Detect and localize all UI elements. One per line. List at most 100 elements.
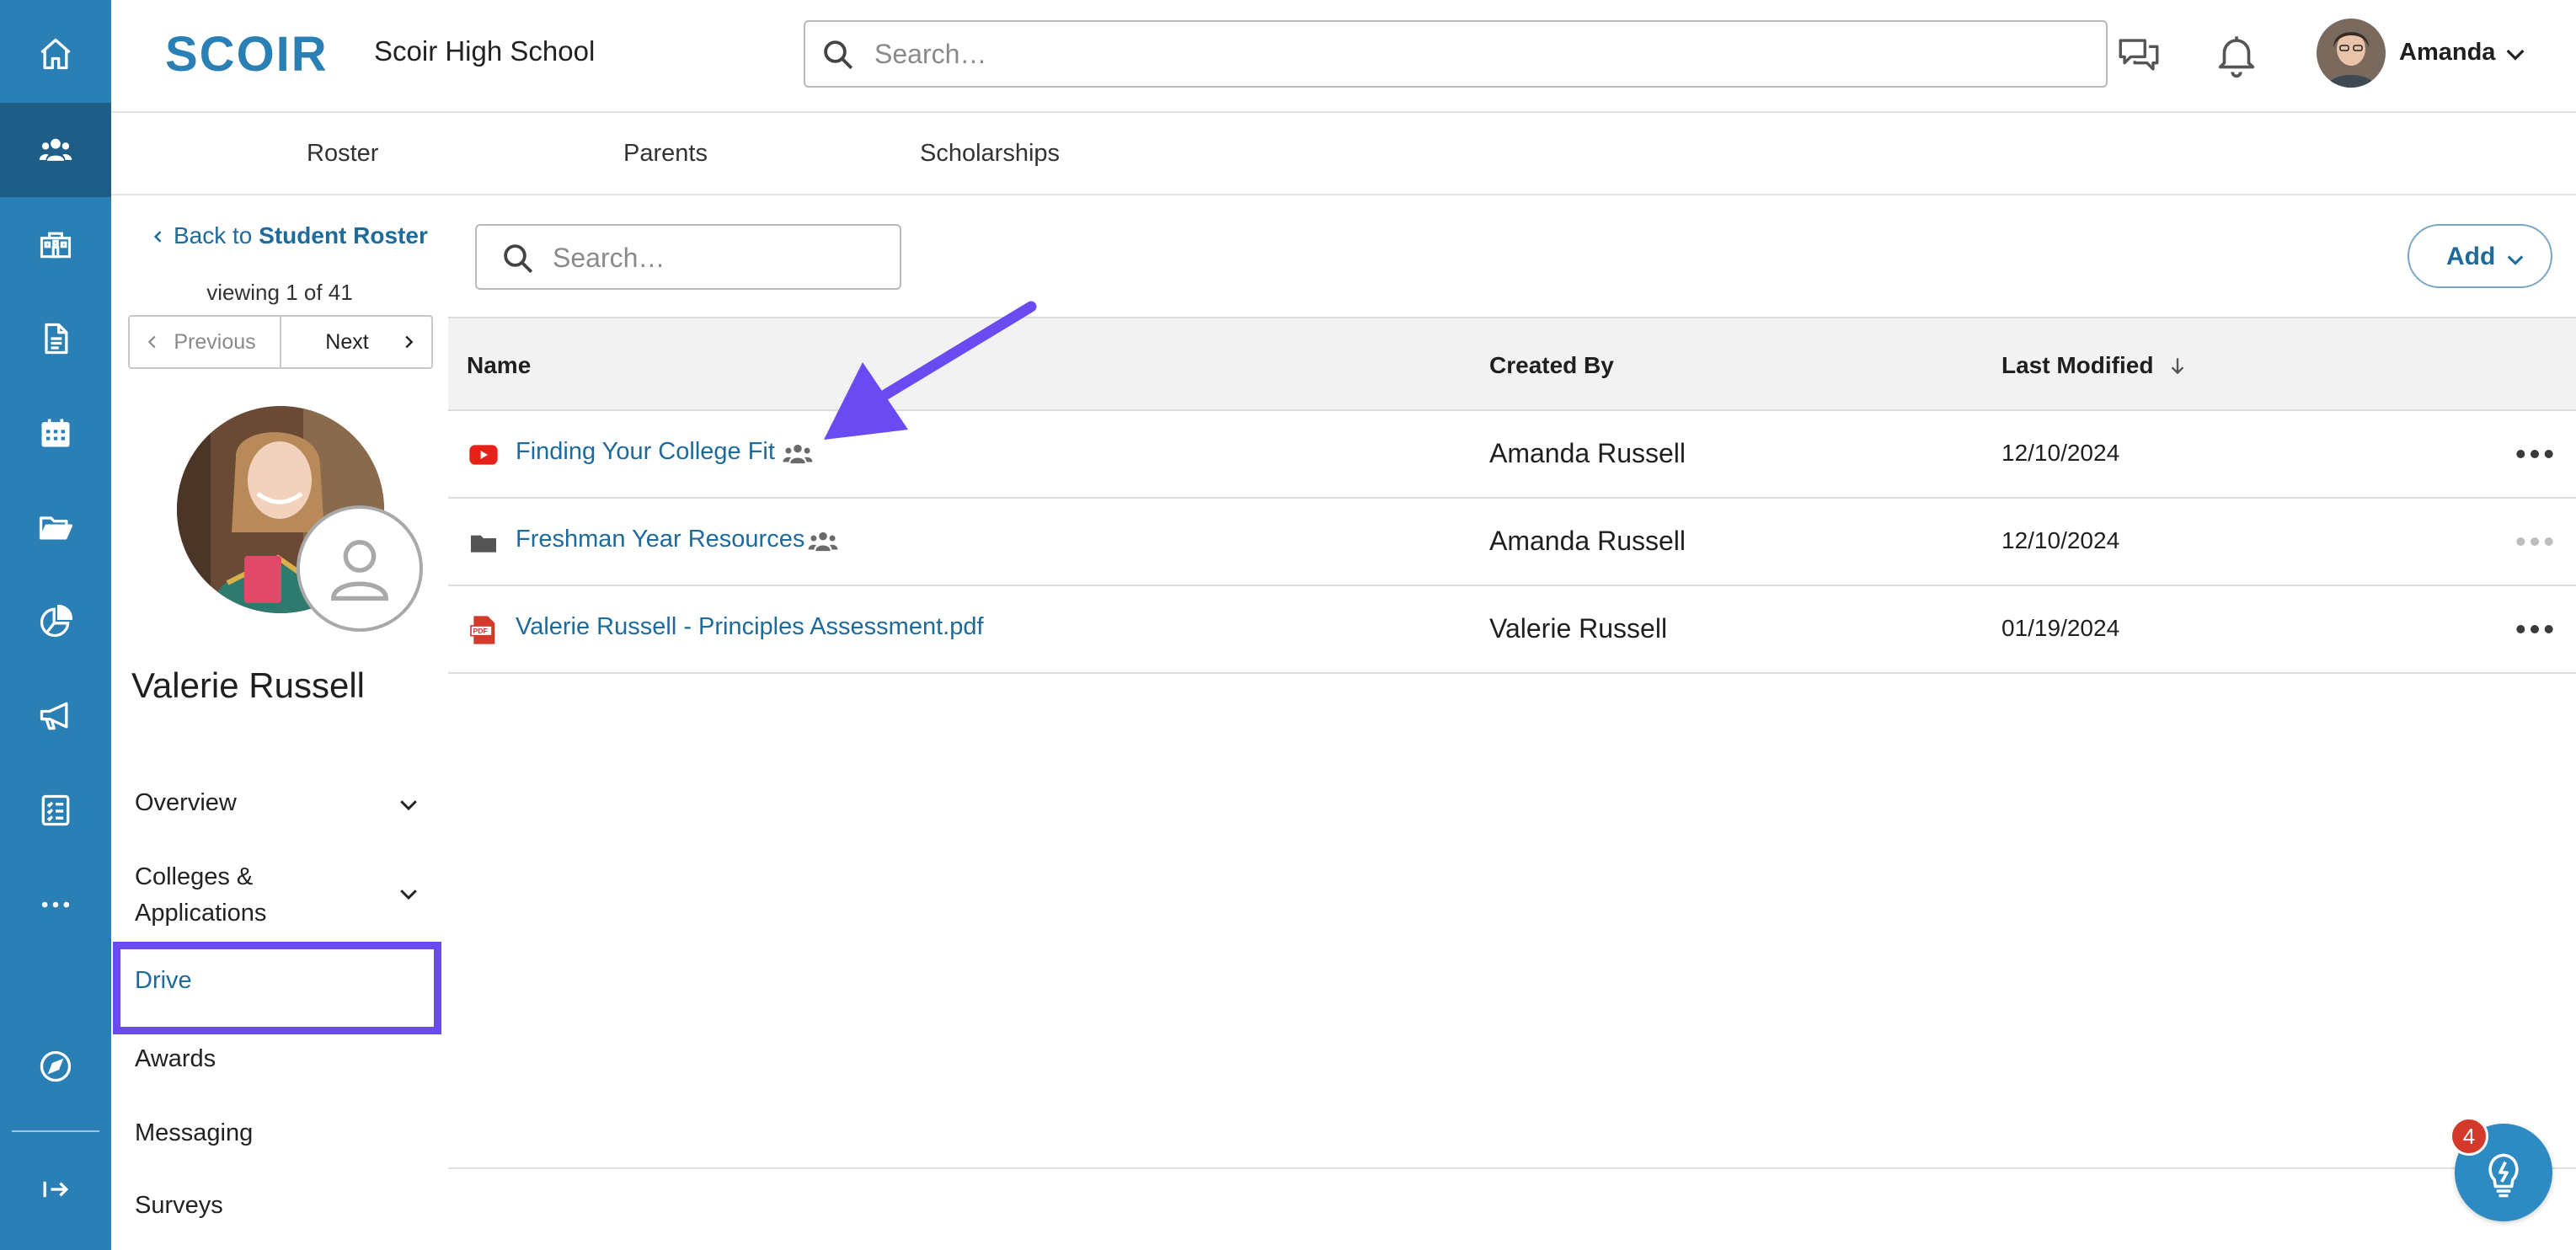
menu-awards[interactable]: Awards [135,1041,216,1077]
rail-drive[interactable] [0,480,111,574]
rail-analytics[interactable] [0,574,111,669]
search-icon [824,40,853,70]
chevron-left-icon [147,335,156,349]
students-icon [39,138,72,161]
user-name[interactable]: Amanda [2399,39,2495,67]
created-by: Valerie Russell [1489,613,1668,644]
created-by: Amanda Russell [1489,526,1686,556]
youtube-icon [469,445,498,465]
more-options-icon[interactable] [2514,529,2556,554]
bell-icon[interactable] [2212,30,2261,79]
previous-label: Previous [174,329,256,354]
megaphone-icon [40,702,68,730]
file-name-link[interactable]: Valerie Russell - Principles Assessment.… [516,613,984,641]
table-header: Name Created By Last Modified [448,317,2576,411]
menu-colleges-line2: Applications [135,900,267,927]
student-pager: Previous Next [128,315,433,369]
rail-calendar[interactable] [0,386,111,480]
menu-overview[interactable]: Overview [135,785,237,821]
table-row[interactable]: Freshman Year Resources Amanda Russell 1… [448,499,2576,586]
collapse-icon [43,1181,69,1198]
chevron-down-icon[interactable] [2502,40,2529,67]
svg-text:SCOIR: SCOIR [165,29,329,79]
modified-date: 12/10/2024 [2001,440,2120,466]
menu-colleges-line1: Colleges & [135,863,254,890]
file-name-link[interactable]: Freshman Year Resources [516,526,804,553]
svg-text:PDF: PDF [473,627,488,635]
scoir-logo[interactable]: SCOIR [165,29,342,79]
folder-icon [471,535,496,553]
back-to-roster-link[interactable]: Back to Student Roster [150,222,428,249]
tab-scholarships[interactable]: Scholarships [920,140,1060,168]
rail-documents[interactable] [0,291,111,386]
created-by: Amanda Russell [1489,438,1686,468]
menu-messaging[interactable]: Messaging [135,1115,253,1151]
add-label: Add [2446,243,2496,270]
file-name-link[interactable]: Finding Your College Fit [516,438,775,466]
modified-date: 12/10/2024 [2001,527,2120,553]
drive-search-input[interactable] [553,234,890,281]
analytics-icon [40,605,72,638]
viewing-count: viewing 1 of 41 [206,280,353,305]
school-name: Scoir High School [374,35,596,67]
shared-users-icon [808,532,838,552]
annotation-arrow [824,301,1037,440]
student-name: Valerie Russell [131,665,365,705]
user-avatar[interactable] [2317,19,2386,88]
chevron-down-icon[interactable] [396,792,421,817]
next-label: Next [325,329,369,354]
rail-tasks[interactable] [0,763,111,857]
menu-drive[interactable]: Drive [135,967,192,995]
chevron-down-icon [2507,255,2524,265]
add-button[interactable]: Add [2408,224,2552,288]
more-options-icon[interactable] [2514,617,2556,642]
last-modified-label: Last Modified [2001,352,2154,378]
more-options-icon[interactable] [2514,441,2556,467]
top-bar: SCOIR Scoir High School Amanda [111,0,2576,113]
rail-explore[interactable] [0,1019,111,1114]
drive-table: Name Created By Last Modified Finding Yo… [448,317,2576,674]
rail-more[interactable] [0,857,111,952]
rail-announcements[interactable] [0,669,111,763]
rail-students[interactable] [0,103,111,197]
column-last-modified[interactable]: Last Modified [2001,352,2189,379]
compass-icon [40,1050,72,1082]
menu-colleges-applications[interactable]: Colleges & Applications [135,859,266,932]
table-row[interactable]: PDF Valerie Russell - Principles Assessm… [448,586,2576,674]
app-rail [0,0,111,1250]
student-panel: Back to Student Roster viewing 1 of 41 P… [111,197,448,1250]
table-row[interactable]: Finding Your College Fit Amanda Russell … [448,411,2576,499]
back-prefix: Back to [174,222,253,248]
global-search[interactable] [804,20,2108,88]
messages-icon[interactable] [2114,30,2163,79]
column-created-by[interactable]: Created By [1489,352,1614,379]
lightbulb-icon [2488,1153,2519,1198]
user-outline-icon [331,540,388,601]
drive-search[interactable] [475,224,901,290]
chevron-down-icon[interactable] [396,881,421,906]
rail-home[interactable] [0,7,111,101]
rail-schools[interactable] [0,197,111,291]
tab-parents[interactable]: Parents [623,140,708,168]
tab-roster[interactable]: Roster [307,140,378,168]
next-button[interactable]: Next [281,317,431,367]
previous-button[interactable]: Previous [130,317,281,367]
document-icon [45,323,68,355]
column-name[interactable]: Name [467,352,531,379]
content-bottom-divider [448,1167,2576,1169]
chevron-left-icon [153,231,162,243]
menu-surveys[interactable]: Surveys [135,1188,223,1224]
sort-down-icon [2171,358,2184,375]
rail-collapse[interactable] [0,1142,111,1237]
avatar-placeholder[interactable] [297,505,423,632]
global-search-input[interactable] [874,30,2087,77]
folder-icon [39,516,72,540]
more-icon [41,901,70,908]
rail-divider [12,1130,99,1132]
search-icon [504,244,533,274]
home-icon [40,38,71,70]
section-tabs: Roster Parents Scholarships [111,115,2576,195]
chevron-right-icon [405,335,414,349]
calendar-icon [41,419,70,447]
school-icon [40,232,72,259]
